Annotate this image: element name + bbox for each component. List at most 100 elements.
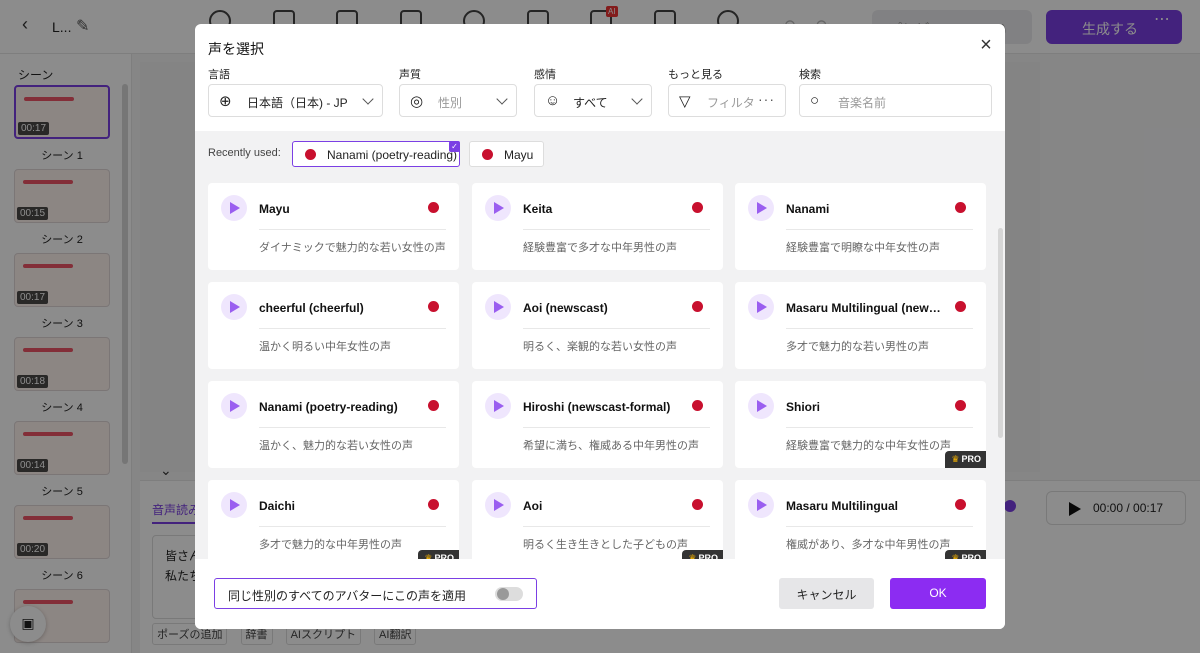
- japan-flag-icon: [692, 202, 703, 213]
- japan-flag-icon: [692, 499, 703, 510]
- play-icon[interactable]: [748, 195, 774, 221]
- search-icon: ○: [810, 92, 820, 109]
- divider: [786, 229, 973, 230]
- japan-flag-icon: [955, 499, 966, 510]
- filter-placeholder: フィルタ: [707, 96, 755, 110]
- voice-card[interactable]: cheerful (cheerful) 温かく明るい中年女性の声: [208, 282, 459, 369]
- voice-name: Aoi: [523, 499, 543, 513]
- crown-icon: ♛: [951, 454, 960, 464]
- smiley-icon: ☺: [545, 92, 561, 109]
- play-icon[interactable]: [485, 393, 511, 419]
- voice-name: Nanami (poetry-reading): [259, 400, 398, 414]
- play-icon[interactable]: [748, 294, 774, 320]
- voice-card[interactable]: Aoi (newscast) 明るく、楽観的な若い女性の声: [472, 282, 723, 369]
- voice-name: Aoi (newscast): [523, 301, 608, 315]
- voice-description: 経験豊富で魅力的な中年女性の声: [786, 440, 951, 452]
- play-icon[interactable]: [748, 393, 774, 419]
- voice-card[interactable]: Nanami 経験豊富で明瞭な中年女性の声: [735, 183, 986, 270]
- language-select[interactable]: ⊕ 日本語（日本) - JP: [208, 84, 383, 117]
- more-filters-label: もっと見る: [668, 69, 723, 81]
- voice-name: Masaru Multilingual (newscast): [786, 301, 946, 315]
- voice-card[interactable]: Aoi 明るく生き生きとした子どもの声 ♛ PRO: [472, 480, 723, 559]
- recently-used-label: Recently used:: [208, 147, 281, 159]
- pro-badge: ♛ PRO: [682, 550, 723, 559]
- play-icon[interactable]: [221, 393, 247, 419]
- voice-select-dialog: 声を選択 × 言語 ⊕ 日本語（日本) - JP 声質 ◎ 性別 感情 ☺ すべ…: [195, 24, 1005, 629]
- voice-card[interactable]: Masaru Multilingual (newscast) 多才で魅力的な若い…: [735, 282, 986, 369]
- language-value: 日本語（日本) - JP: [247, 96, 348, 110]
- dialog-title: 声を選択: [208, 41, 264, 57]
- voice-name: cheerful (cheerful): [259, 301, 364, 315]
- chevron-down-icon: [496, 93, 508, 105]
- cancel-button[interactable]: キャンセル: [779, 578, 874, 609]
- play-icon[interactable]: [221, 492, 247, 518]
- divider: [523, 229, 710, 230]
- divider: [523, 328, 710, 329]
- voice-name: Nanami: [786, 202, 830, 216]
- play-icon[interactable]: [221, 294, 247, 320]
- voice-card[interactable]: Hiroshi (newscast-formal) 希望に満ち、権威ある中年男性…: [472, 381, 723, 468]
- play-icon[interactable]: [485, 492, 511, 518]
- emotion-label: 感情: [534, 69, 556, 81]
- divider: [786, 526, 973, 527]
- gender-select[interactable]: ◎ 性別: [399, 84, 517, 117]
- japan-flag-icon: [955, 202, 966, 213]
- voice-description: 温かく明るい中年女性の声: [259, 341, 391, 353]
- globe-icon: ⊕: [219, 93, 232, 110]
- pro-badge: ♛ PRO: [945, 550, 986, 559]
- voice-card[interactable]: Shiori 経験豊富で魅力的な中年女性の声 ♛ PRO: [735, 381, 986, 468]
- voice-description: 温かく、魅力的な若い女性の声: [259, 440, 413, 452]
- ok-button[interactable]: OK: [890, 578, 986, 609]
- divider: [786, 328, 973, 329]
- close-icon[interactable]: ×: [975, 35, 997, 57]
- person-icon: ◎: [410, 93, 424, 110]
- play-icon[interactable]: [221, 195, 247, 221]
- voice-quality-label: 声質: [399, 69, 421, 81]
- voice-name: Keita: [523, 202, 553, 216]
- japan-flag-icon: [692, 301, 703, 312]
- apply-all-avatars-option[interactable]: 同じ性別のすべてのアバターにこの声を適用: [214, 578, 537, 609]
- japan-flag-icon: [955, 301, 966, 312]
- voice-name: Daichi: [259, 499, 296, 513]
- voice-description: 権威があり、多才な中年男性の声: [786, 539, 951, 551]
- play-icon[interactable]: [485, 195, 511, 221]
- japan-flag-icon: [428, 499, 439, 510]
- voice-card[interactable]: Keita 経験豊富で多才な中年男性の声: [472, 183, 723, 270]
- voice-description: 経験豊富で多才な中年男性の声: [523, 242, 677, 254]
- more-filters-button[interactable]: ▽ フィルタ ···: [668, 84, 786, 117]
- recent-voice-chip[interactable]: Nanami (poetry-reading) ✓: [292, 141, 460, 167]
- pro-badge: ♛ PRO: [418, 550, 459, 559]
- recent-voice-name: Nanami (poetry-reading): [327, 148, 458, 162]
- divider: [523, 427, 710, 428]
- play-icon[interactable]: [748, 492, 774, 518]
- gender-placeholder: 性別: [438, 96, 463, 110]
- japan-flag-icon: [305, 149, 316, 160]
- emotion-select[interactable]: ☺ すべて: [534, 84, 652, 117]
- japan-flag-icon: [482, 149, 493, 160]
- pro-badge: ♛ PRO: [945, 451, 986, 468]
- voice-description: 明るく生き生きとした子どもの声: [523, 539, 688, 551]
- voice-list-scrollbar[interactable]: [998, 228, 1003, 438]
- recent-voice-chip[interactable]: Mayu: [469, 141, 544, 167]
- check-icon: ✓: [449, 141, 460, 152]
- voice-name: Shiori: [786, 400, 821, 414]
- search-input[interactable]: ○ 音楽名前: [799, 84, 992, 117]
- voice-description: ダイナミックで魅力的な若い女性の声: [259, 242, 446, 254]
- voice-name: Mayu: [259, 202, 290, 216]
- voice-card[interactable]: Nanami (poetry-reading) 温かく、魅力的な若い女性の声: [208, 381, 459, 468]
- divider: [259, 427, 446, 428]
- voice-list: Recently used: Nanami (poetry-reading) ✓…: [195, 131, 1005, 559]
- voice-name: Hiroshi (newscast-formal): [523, 400, 671, 414]
- apply-all-toggle[interactable]: [495, 587, 523, 601]
- japan-flag-icon: [428, 301, 439, 312]
- play-icon[interactable]: [485, 294, 511, 320]
- ellipsis-icon: ···: [758, 91, 775, 107]
- japan-flag-icon: [692, 400, 703, 411]
- voice-card[interactable]: Masaru Multilingual 権威があり、多才な中年男性の声 ♛ PRO: [735, 480, 986, 559]
- search-label: 検索: [799, 69, 821, 81]
- emotion-value: すべて: [573, 96, 608, 110]
- dialog-footer: 同じ性別のすべてのアバターにこの声を適用 キャンセル OK: [195, 559, 1005, 629]
- divider: [523, 526, 710, 527]
- voice-card[interactable]: Daichi 多才で魅力的な中年男性の声 ♛ PRO: [208, 480, 459, 559]
- voice-card[interactable]: Mayu ダイナミックで魅力的な若い女性の声: [208, 183, 459, 270]
